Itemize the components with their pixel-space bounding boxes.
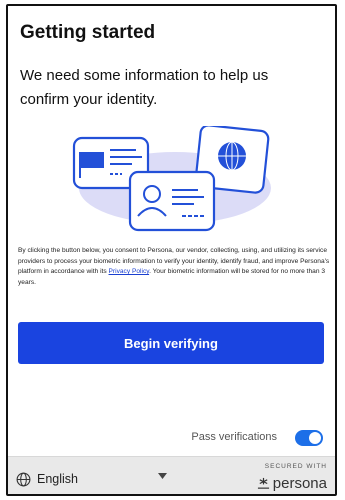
secured-with-label: SECURED WITH <box>264 463 327 470</box>
persona-logo: persona <box>257 474 327 492</box>
pass-verifications-row: Pass verifications <box>8 428 335 448</box>
footer-bar: English SECURED WITH persona <box>8 456 335 494</box>
intro-text: We need some information to help us conf… <box>20 67 269 108</box>
pass-verifications-toggle[interactable] <box>295 430 323 446</box>
chevron-down-icon[interactable] <box>158 473 167 479</box>
persona-mark-icon <box>257 477 269 489</box>
verification-screen: Getting started We need some information… <box>6 4 337 496</box>
language-label: English <box>37 472 78 486</box>
language-selector[interactable]: English <box>16 469 78 489</box>
pass-verifications-label: Pass verifications <box>191 431 277 443</box>
globe-icon <box>16 472 31 486</box>
toggle-knob <box>309 432 321 444</box>
consent-text: By clicking the button below, you consen… <box>18 246 330 288</box>
page-title: Getting started <box>20 22 156 43</box>
begin-verifying-button[interactable]: Begin verifying <box>18 322 324 364</box>
persona-brand-text: persona <box>272 474 327 492</box>
identity-illustration <box>72 126 271 232</box>
privacy-policy-link[interactable]: Privacy Policy <box>109 268 150 275</box>
id-card-photo-icon <box>128 170 216 232</box>
